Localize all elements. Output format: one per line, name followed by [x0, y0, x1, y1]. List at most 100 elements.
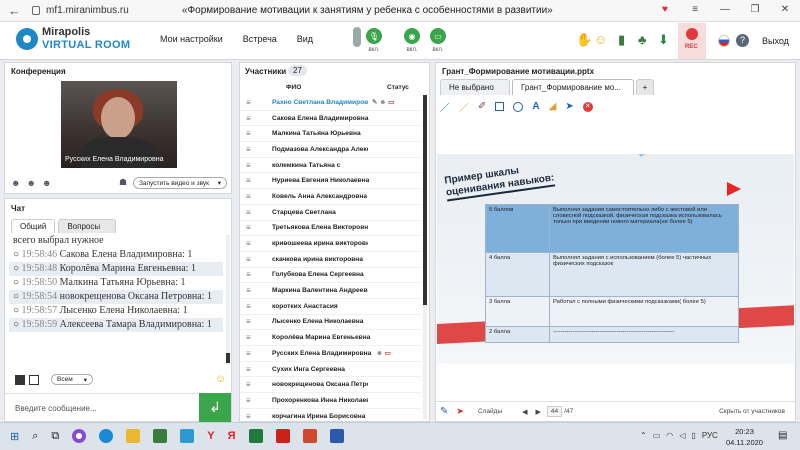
tray-chevron-icon[interactable]: ⌃: [640, 431, 647, 440]
store-icon[interactable]: [153, 429, 168, 443]
wifi-icon[interactable]: ◠: [666, 431, 673, 440]
language-flag-icon[interactable]: [718, 35, 730, 47]
participant-row[interactable]: ≡ корчагина Ирина Борисовна: [240, 409, 422, 421]
emoji-icon[interactable]: ☺: [594, 32, 607, 47]
users-settings-icon[interactable]: ☻: [42, 178, 51, 188]
display-icon[interactable]: ▭: [653, 431, 661, 440]
pen-icon[interactable]: ／: [440, 99, 450, 114]
draw-mode-icon[interactable]: ✎: [440, 406, 448, 417]
tab-not-selected[interactable]: Не выбрано: [440, 79, 510, 95]
search-icon[interactable]: ⌕: [32, 430, 38, 443]
participant-row[interactable]: ≡ колемкина Татьяна с: [240, 158, 422, 174]
download-icon[interactable]: ⬇: [658, 32, 669, 48]
network-icon[interactable]: ♣: [638, 32, 647, 47]
chat-scrollbar[interactable]: [226, 235, 230, 365]
tab-general[interactable]: Общий: [11, 219, 56, 233]
microphone-icon[interactable]: 🎙: [366, 28, 382, 44]
pointer-mode-icon[interactable]: ➤: [456, 406, 464, 417]
excel-icon[interactable]: [248, 429, 263, 443]
camera-icon[interactable]: ◉: [404, 28, 420, 44]
participant-row[interactable]: ≡ Русских Елена Владимировна ☻ ▭: [240, 346, 422, 362]
app-l-icon[interactable]: [180, 429, 195, 443]
edge-icon[interactable]: [99, 429, 114, 443]
battery-icon[interactable]: ▯: [691, 431, 695, 440]
menu-view[interactable]: Вид: [297, 34, 313, 44]
menu-icon[interactable]: ≡: [688, 4, 702, 15]
participants-scrollbar[interactable]: [423, 95, 427, 419]
add-tab-button[interactable]: +: [636, 79, 654, 95]
yandex-browser-icon[interactable]: Y: [207, 430, 214, 442]
message-input[interactable]: Введите сообщение...: [5, 393, 197, 422]
users-video-icon[interactable]: ☻: [11, 178, 20, 188]
participant-row[interactable]: ≡ Голубкова Елена Сергеевна: [240, 268, 422, 284]
participant-row[interactable]: ≡ Нуриева Евгения Николаевна: [240, 173, 422, 190]
participant-row[interactable]: ≡ Подмазова Александра Александровна: [240, 142, 422, 158]
users-audio-icon[interactable]: ☻: [26, 178, 35, 188]
text-tool-icon[interactable]: A: [532, 101, 539, 112]
emoji-icon[interactable]: ☺: [215, 373, 226, 385]
participant-row[interactable]: ≡ Сакова Елена Владимировна: [240, 111, 422, 127]
participant-row[interactable]: ≡ коротких Анастасия: [240, 299, 422, 315]
participant-row[interactable]: ≡ Королёва Марина Евгеньевна: [240, 330, 422, 346]
close-icon[interactable]: ✕: [778, 4, 792, 15]
participant-row[interactable]: ≡ кривошеева ирина викторовна: [240, 236, 422, 252]
fill-icon[interactable]: ◢: [549, 101, 557, 112]
highlighter-icon[interactable]: ／: [459, 99, 469, 114]
chat-message-text: Алексеева Тамара Владимировна: 1: [59, 319, 212, 330]
send-button[interactable]: ↲: [199, 393, 231, 422]
participant-row[interactable]: ≡ новокрещенова Оксана Петровна: [240, 377, 422, 394]
participant-row[interactable]: ≡ Рахно Светлана Владимировна ✎ ☻ ▭: [240, 95, 422, 111]
back-arrow-icon[interactable]: ←: [8, 3, 21, 18]
notifications-icon[interactable]: ▤: [778, 430, 787, 441]
volume-icon[interactable]: ◁: [679, 431, 685, 440]
chat-scroll-thumb[interactable]: [226, 353, 230, 363]
pointer-icon[interactable]: ➤: [565, 101, 573, 112]
participant-row[interactable]: ≡ Лысенко Елена Николаевна: [240, 315, 422, 331]
yandex-icon[interactable]: Я: [228, 430, 236, 442]
tab-questions[interactable]: Вопросы: [58, 219, 117, 233]
hide-from-participants-button[interactable]: Скрыть от участников: [719, 408, 785, 415]
participant-row[interactable]: ≡ Старцева Светлана: [240, 205, 422, 221]
raise-hand-icon[interactable]: ✋: [576, 32, 592, 48]
participant-row[interactable]: ≡ Сухих Инга Сергеевна: [240, 362, 422, 378]
stats-icon[interactable]: ▮: [618, 32, 625, 48]
participant-row[interactable]: ≡ Маркина Валентина Андреевна: [240, 283, 422, 299]
clear-icon[interactable]: ✕: [582, 101, 593, 112]
clock[interactable]: 20:23 04.11.2020: [726, 426, 763, 448]
exit-button[interactable]: Выход: [762, 36, 789, 46]
participant-row[interactable]: ≡ Третьякова Елена Викторовна: [240, 221, 422, 237]
participant-row[interactable]: ≡ Малкина Татьяна Юрьевна: [240, 126, 422, 143]
alice-icon[interactable]: [72, 429, 87, 443]
task-view-icon[interactable]: ⧉: [51, 430, 59, 443]
menu-my-settings[interactable]: Мои настройки: [160, 34, 223, 44]
recipient-select[interactable]: Всем ▾: [51, 374, 93, 385]
restore-icon[interactable]: ❐: [748, 4, 762, 15]
menu-meeting[interactable]: Встреча: [243, 34, 277, 44]
bookmark-icon[interactable]: ♥: [658, 4, 672, 15]
powerpoint-icon[interactable]: [302, 429, 317, 443]
screen-share-icon[interactable]: ▭: [430, 28, 446, 44]
text-color-icon[interactable]: [15, 374, 25, 385]
participants-scroll-thumb[interactable]: [423, 95, 427, 305]
prev-slide-icon[interactable]: ◀: [522, 408, 527, 416]
rectangle-icon[interactable]: [495, 102, 505, 111]
circle-icon[interactable]: [513, 101, 524, 112]
pdf-icon[interactable]: [275, 429, 290, 443]
page-number-input[interactable]: 44: [546, 406, 563, 417]
eraser-icon[interactable]: ✐: [478, 101, 486, 112]
participant-row[interactable]: ≡ Прохоренкова Инна Николаевна: [240, 393, 422, 409]
start-video-button[interactable]: Запустить видео и звук ▾: [133, 177, 227, 189]
participant-row[interactable]: ≡ скачкова ирина викторовна: [240, 252, 422, 268]
minimize-icon[interactable]: —: [718, 4, 732, 15]
tab-presentation-file[interactable]: Грант_Формирование мо...: [512, 79, 634, 95]
windows-start-icon[interactable]: ⊞: [10, 430, 19, 443]
bg-color-icon[interactable]: [29, 374, 39, 385]
participant-row[interactable]: ≡ Ковель Анна Александровна: [240, 189, 422, 205]
address-bar[interactable]: mf1.miranimbus.ru: [46, 5, 129, 16]
word-icon[interactable]: [329, 429, 344, 443]
language-indicator[interactable]: РУС: [702, 431, 718, 440]
help-icon[interactable]: ?: [736, 34, 749, 47]
explorer-icon[interactable]: [126, 429, 141, 443]
next-slide-icon[interactable]: ▶: [536, 408, 541, 416]
record-button[interactable]: REC: [678, 23, 706, 59]
